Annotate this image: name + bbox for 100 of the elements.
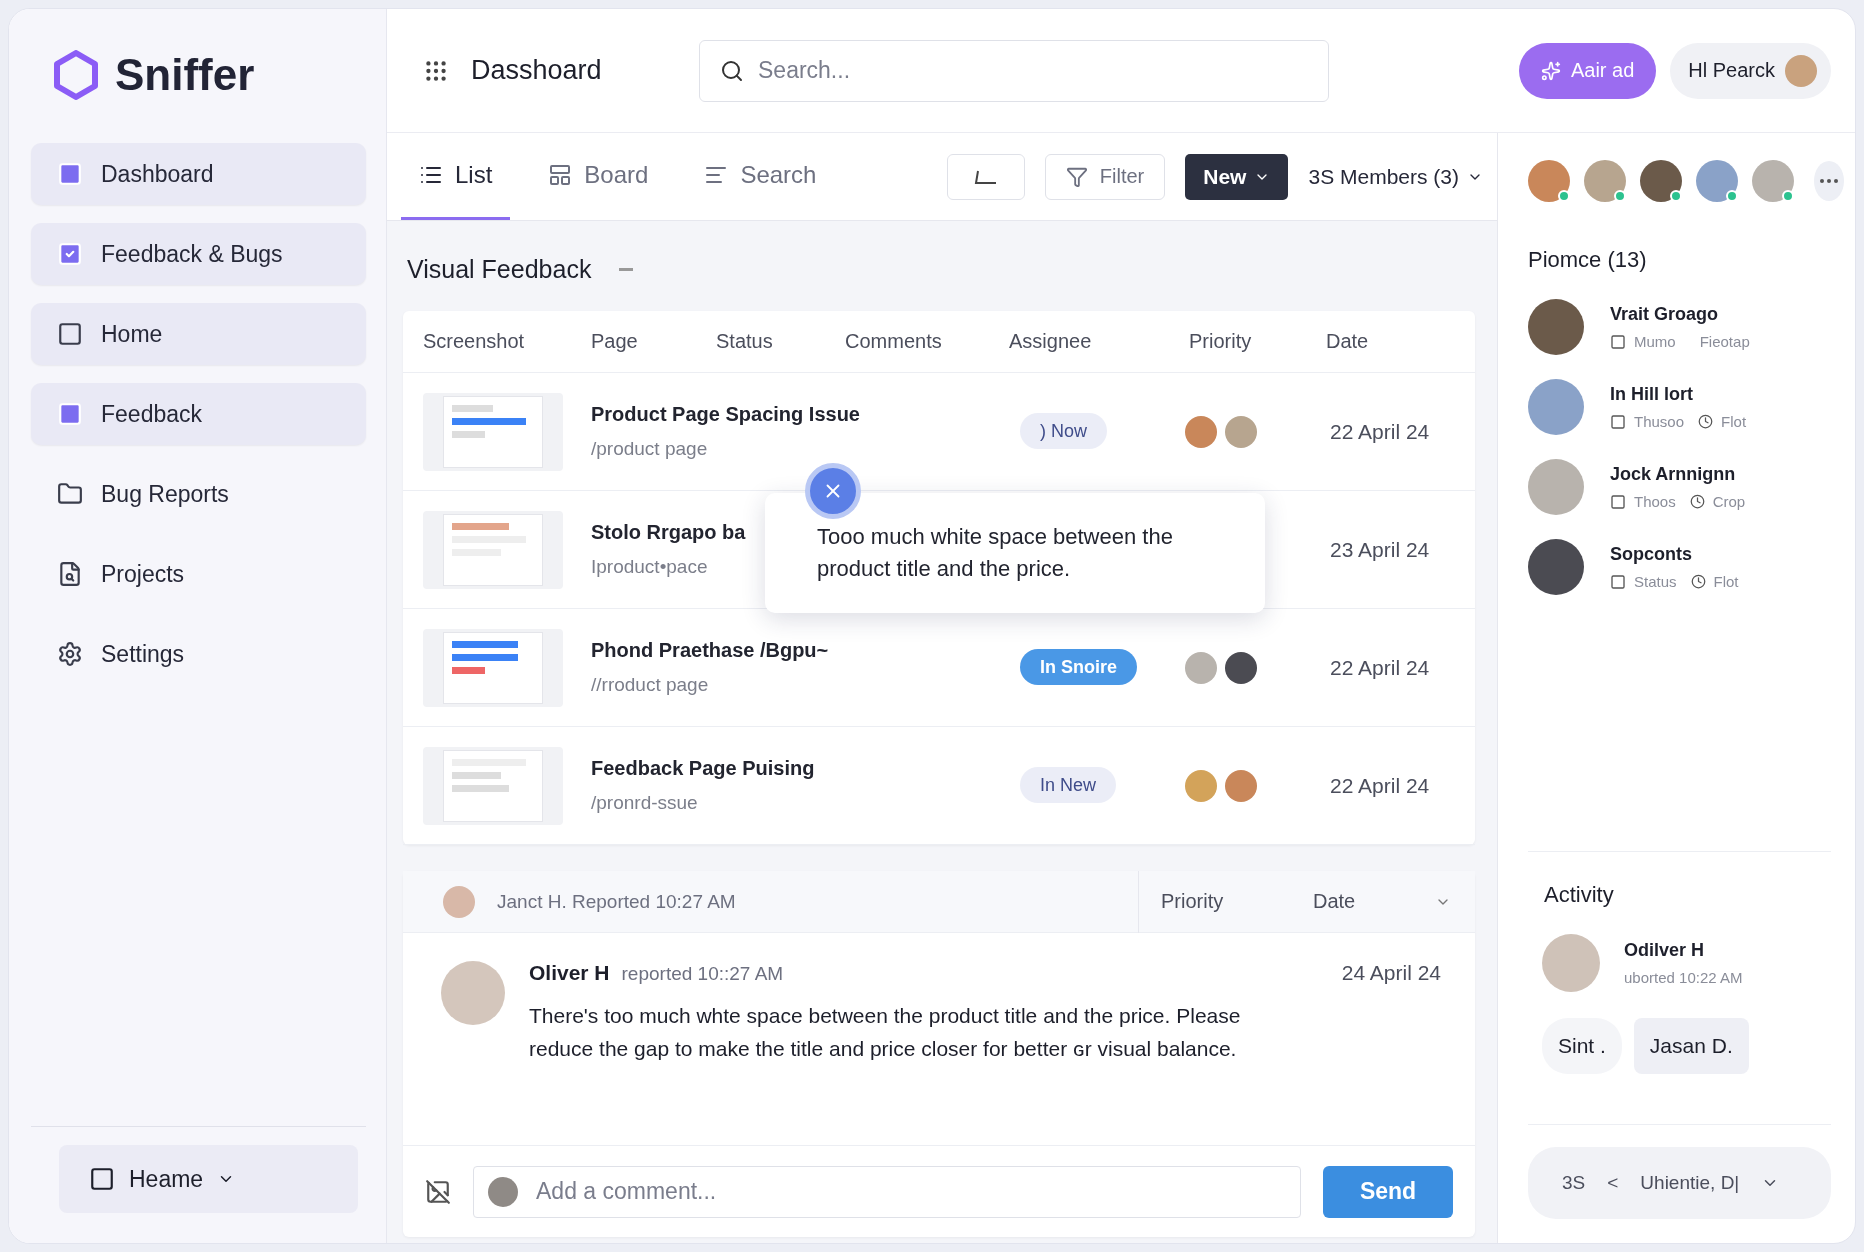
- person-name[interactable]: Sopconts: [1610, 544, 1739, 565]
- clock-icon: [1690, 574, 1706, 589]
- filter-button[interactable]: Filter: [1044, 153, 1166, 200]
- sparkle-icon: [1540, 60, 1561, 81]
- sidebar-item[interactable]: Home: [31, 303, 366, 365]
- person-name[interactable]: In Hill lort: [1610, 384, 1747, 405]
- row-path: Iproduct•pace: [591, 556, 708, 578]
- person-tag: Crop: [1712, 493, 1746, 510]
- clock-icon: [1698, 414, 1714, 429]
- column-header[interactable]: Date: [1326, 330, 1455, 353]
- folder-icon: [57, 481, 83, 507]
- search-field[interactable]: Search...: [699, 39, 1329, 102]
- user-chip[interactable]: Jasan D.: [1633, 1018, 1749, 1074]
- page-count: 3S: [1562, 1172, 1586, 1194]
- status-badge: In Snoire: [1020, 649, 1137, 685]
- square-icon: [57, 321, 83, 347]
- search-input[interactable]: Search...: [756, 56, 1308, 85]
- comment-text: There's too much whte space between the product title and the price. Please reduce the gap to make the title and price closer for better ɢr visual balance.: [529, 1003, 1242, 1062]
- new-button[interactable]: New: [1185, 153, 1289, 200]
- people-title: Piomce (13): [1528, 247, 1648, 273]
- checkbox-icon: [57, 241, 83, 267]
- user-chip[interactable]: Sint .: [1542, 1018, 1622, 1074]
- avatar[interactable]: [1640, 160, 1682, 202]
- column-header[interactable]: Priority: [1189, 330, 1326, 353]
- square-icon: [57, 161, 83, 187]
- user-menu[interactable]: Hl Pearck: [1670, 42, 1831, 99]
- section-title: Visual Feedback: [407, 254, 592, 284]
- sidebar-item-label: Home: [101, 320, 163, 348]
- row-title[interactable]: Stolo Rrgapo ba: [591, 521, 746, 544]
- avatar: [1528, 299, 1584, 355]
- column-header[interactable]: Assignee: [1009, 330, 1189, 353]
- status-badge: In New: [1020, 767, 1117, 803]
- checkbox-icon[interactable]: [1610, 573, 1626, 590]
- avatar: [1225, 769, 1257, 802]
- square-icon: [89, 1166, 115, 1192]
- comment-author: Oliver H: [529, 961, 610, 985]
- avatar: [1185, 415, 1217, 448]
- tooltip-text: Tooo much white space between the product title and the price.: [817, 523, 1174, 583]
- activity-title: Activity: [1544, 882, 1615, 908]
- comment-field[interactable]: Add a comment...: [473, 1165, 1301, 1218]
- sidebar-item[interactable]: Feedback: [31, 383, 366, 445]
- column-header[interactable]: Status: [716, 330, 845, 353]
- person-tag: Flot: [1713, 573, 1739, 590]
- workspace-selector[interactable]: Heame: [59, 1145, 358, 1213]
- tab[interactable]: Search: [686, 133, 835, 220]
- sidebar-item[interactable]: Feedback & Bugs: [31, 223, 366, 285]
- more-button[interactable]: [1814, 161, 1844, 201]
- tab[interactable]: List: [401, 133, 511, 220]
- close-icon[interactable]: [805, 463, 861, 519]
- image-icon[interactable]: [425, 1178, 451, 1205]
- avatar: [1185, 651, 1217, 684]
- comment-date: 24 April 24: [1341, 961, 1441, 985]
- avatar: [1528, 539, 1584, 595]
- tab[interactable]: Board: [530, 133, 667, 220]
- date-text: 22 April 24: [1330, 773, 1431, 798]
- page-title: Dasshoard: [471, 55, 603, 86]
- comment-time: reported 10::27 AM: [621, 963, 784, 985]
- avatar: [1528, 459, 1584, 515]
- date-text: 22 April 24: [1330, 419, 1431, 444]
- logo-icon: [51, 50, 101, 100]
- date-text: 23 April 24: [1330, 537, 1431, 562]
- members-dropdown[interactable]: 3S Members (3): [1308, 164, 1483, 189]
- row-path: //rroduct page: [591, 674, 709, 696]
- square-icon: [57, 401, 83, 427]
- sidebar-item[interactable]: Dashboard: [31, 143, 366, 205]
- sidebar-item-label: Settings: [101, 640, 185, 668]
- column-header[interactable]: Screenshot: [423, 330, 591, 353]
- bracket-icon: [973, 169, 998, 184]
- sidebar-item[interactable]: Settings: [31, 623, 366, 685]
- checkbox-icon[interactable]: [1610, 333, 1626, 350]
- add-button[interactable]: Aair ad: [1518, 42, 1657, 99]
- column-header[interactable]: Date: [1313, 890, 1413, 913]
- settings-icon: [57, 641, 83, 667]
- column-header[interactable]: Page: [591, 330, 716, 353]
- sidebar-item-label: Feedback & Bugs: [101, 240, 283, 268]
- sidebar-item-label: Projects: [101, 560, 185, 588]
- pager-control[interactable]: 3S < Uhientie, D|: [1528, 1147, 1831, 1219]
- comment-input[interactable]: Add a comment...: [534, 1177, 1286, 1206]
- person-tag: Flot: [1721, 413, 1747, 430]
- sidebar-item[interactable]: Bug Reports: [31, 463, 366, 525]
- sidebar-item[interactable]: Projects: [31, 543, 366, 605]
- row-path: /pronrd-ssue: [591, 792, 698, 814]
- row-title[interactable]: Phond Praethase /Bgpu~: [591, 639, 829, 662]
- document-icon: [57, 561, 83, 587]
- pager-label: Uhientie, D|: [1640, 1172, 1740, 1194]
- person-role: Thoos: [1634, 493, 1676, 510]
- person-name[interactable]: Vrait Groago: [1610, 304, 1750, 325]
- person-name[interactable]: Jock Arnnignn: [1610, 464, 1746, 485]
- column-header[interactable]: Comments: [845, 330, 1009, 353]
- row-path: /product page: [591, 438, 708, 460]
- column-header[interactable]: Priority: [1161, 890, 1291, 913]
- checkbox-icon[interactable]: [1610, 493, 1626, 510]
- avatar[interactable]: [1528, 160, 1570, 202]
- sidebar-item-label: Bug Reports: [101, 480, 229, 508]
- board-icon: [548, 163, 573, 187]
- row-title[interactable]: Feedback Page Puising: [591, 757, 815, 780]
- previous-arrow[interactable]: <: [1607, 1172, 1619, 1194]
- row-title[interactable]: Product Page Spacing Issue: [591, 403, 860, 426]
- checkbox-icon[interactable]: [1610, 413, 1626, 430]
- workspace-name: Heame: [129, 1165, 204, 1193]
